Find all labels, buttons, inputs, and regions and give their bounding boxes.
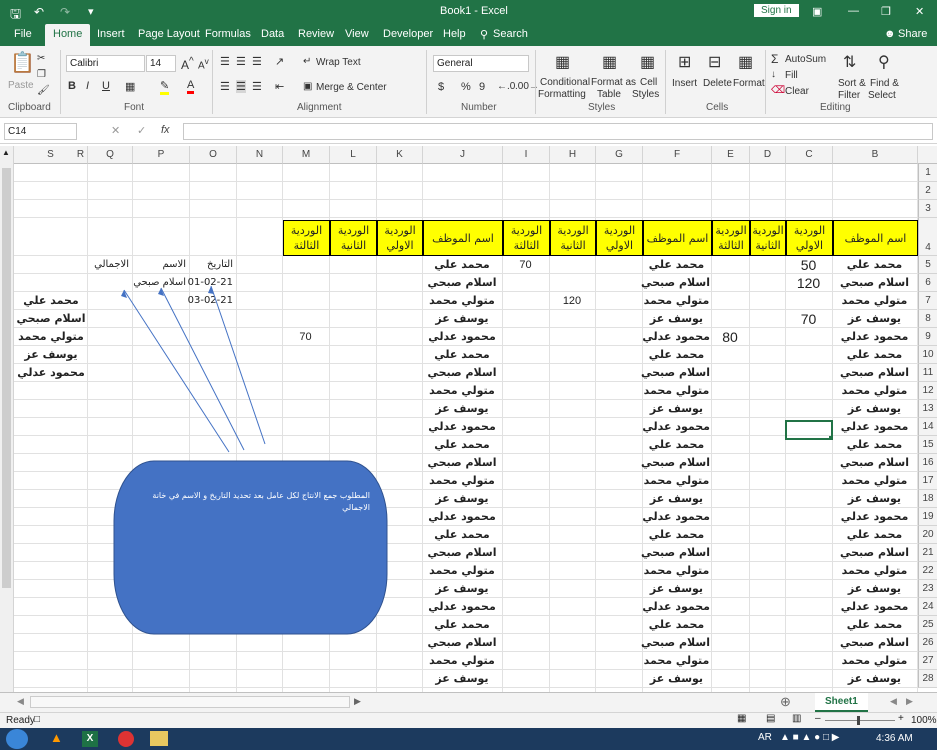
note-text: المطلوب جمع الانتاج لكل عامل بعد تحديد ا… [152,491,370,512]
fill-handle[interactable] [829,436,833,440]
page-break-view-icon[interactable]: ▥ [792,713,801,724]
annotation-overlay [113,285,833,635]
sheet-tab-sheet1[interactable]: Sheet1 [815,693,868,712]
new-sheet-icon[interactable]: ⊕ [780,694,791,710]
zoom-slider-thumb[interactable] [857,716,860,725]
windows-taskbar: ▲ X AR ▲ ■ ▲ ● □ ▶ 4:36 AM [0,728,937,750]
excel-taskbar-icon[interactable]: X [82,731,98,747]
arrow-line-name [160,287,245,451]
status-ready: Ready [6,715,35,726]
arrow-line-date [210,285,266,445]
tab-scroll-right-icon[interactable]: ▶ [906,696,913,707]
scroll-right-icon[interactable]: ▶ [354,696,361,707]
horizontal-scrollbar[interactable] [30,696,350,708]
normal-view-icon[interactable]: ▦ [737,713,746,724]
explorer-taskbar-icon[interactable] [150,731,168,746]
scroll-left-icon[interactable]: ◀ [17,696,24,707]
clock: 4:36 AM [876,733,913,744]
macro-record-icon[interactable]: □ [34,714,40,725]
vlc-icon[interactable]: ▲ [50,730,63,745]
page-layout-view-icon[interactable]: ▤ [766,713,775,724]
zoom-slider[interactable] [825,720,895,721]
zoom-out-icon[interactable]: – [815,713,821,724]
zoom-level[interactable]: 100% [911,715,937,726]
status-bar: Ready □ ▦ ▤ ▥ – + 100% [0,712,937,728]
sheet-tab-bar: ◀ ▶ ⊕ Sheet1 ◀ ▶ [0,692,937,712]
arrow-head-date [208,286,214,294]
start-button-icon[interactable] [6,729,28,749]
tab-scroll-left-icon[interactable]: ◀ [890,696,897,707]
tray-icons[interactable]: ▲ ■ ▲ ● □ ▶ [780,732,840,743]
note-shape[interactable] [113,460,388,635]
chrome-taskbar-icon[interactable] [118,731,134,747]
selected-cell[interactable] [785,420,833,440]
zoom-in-icon[interactable]: + [898,713,904,724]
arrow-line-total [123,289,230,453]
language-indicator[interactable]: AR [758,732,772,743]
